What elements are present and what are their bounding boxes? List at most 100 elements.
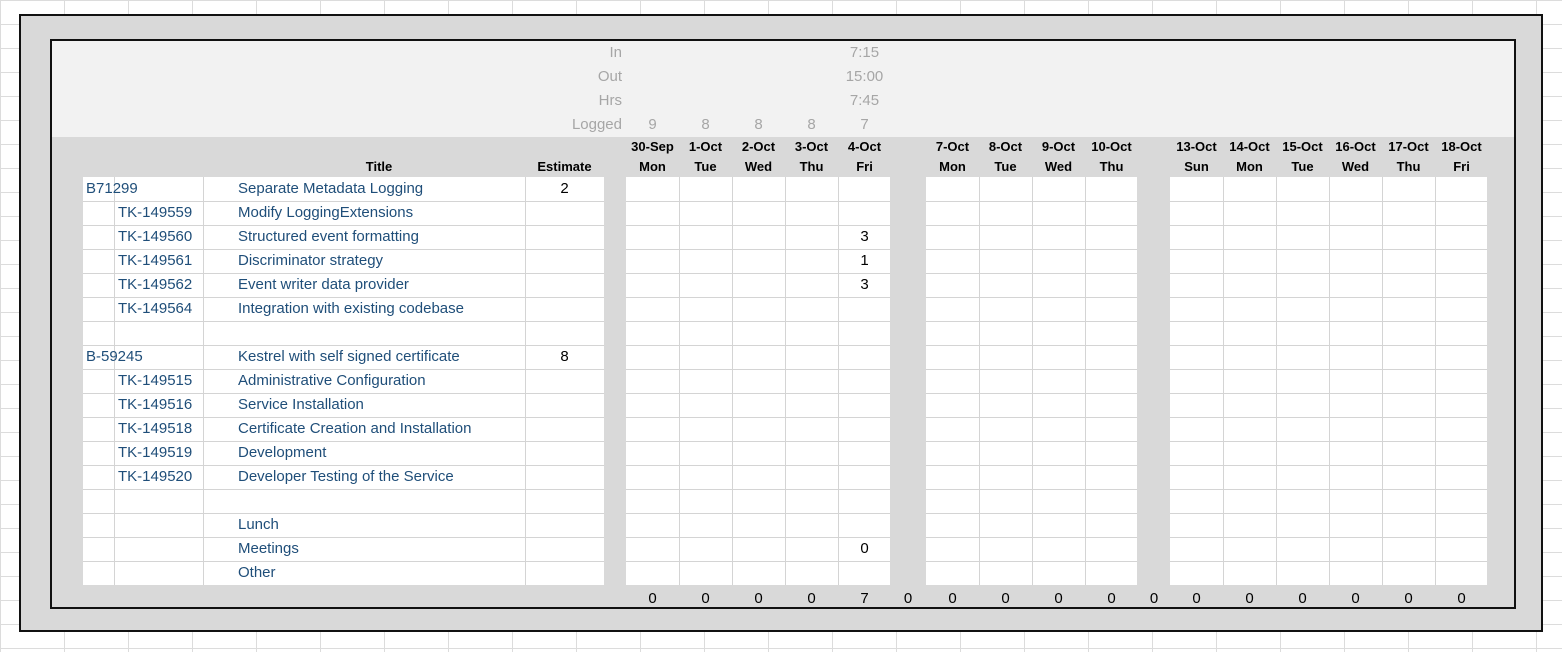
estimate-cell[interactable]	[525, 465, 604, 489]
daily-total-cell: 0	[1298, 590, 1307, 607]
task-id-cell[interactable]: TK-149564	[118, 297, 202, 321]
task-id-cell[interactable]: TK-149561	[118, 249, 202, 273]
column-divider	[1085, 177, 1086, 585]
day-of-week-header: Sun	[1184, 159, 1209, 174]
daily-total-cell: 0	[1001, 590, 1010, 607]
day-date-header: 17-Oct	[1388, 139, 1429, 154]
day-of-week-header: Mon	[639, 159, 666, 174]
column-divider	[1223, 177, 1224, 585]
summary-in-value: 7:15	[849, 44, 880, 61]
row-divider	[626, 369, 890, 370]
day-of-week-header: Wed	[1044, 159, 1073, 174]
estimate-cell[interactable]	[525, 273, 604, 297]
logged-hours-cell: 8	[701, 116, 710, 133]
daily-total-cell: 0	[1351, 590, 1360, 607]
task-title-cell[interactable]: Modify LoggingExtensions	[238, 201, 523, 225]
logged-hours-cell: 8	[807, 116, 816, 133]
row-divider	[626, 297, 890, 298]
estimate-cell[interactable]	[525, 201, 604, 225]
task-id-cell[interactable]: TK-149516	[118, 393, 202, 417]
row-divider	[626, 201, 890, 202]
estimate-cell[interactable]	[525, 225, 604, 249]
estimate-cell[interactable]: 2	[525, 177, 604, 201]
column-divider	[679, 177, 680, 585]
estimate-cell[interactable]	[525, 489, 604, 513]
task-id-cell[interactable]: TK-149559	[118, 201, 202, 225]
task-id-cell[interactable]: TK-149518	[118, 417, 202, 441]
row-divider	[626, 393, 890, 394]
hours-entry-cell[interactable]: 3	[838, 273, 891, 297]
estimate-cell[interactable]	[525, 321, 604, 345]
row-divider	[626, 417, 890, 418]
day-date-header: 10-Oct	[1091, 139, 1132, 154]
day-of-week-header: Mon	[1236, 159, 1263, 174]
day-date-header: 4-Oct	[847, 139, 882, 154]
day-date-header: 8-Oct	[988, 139, 1023, 154]
task-id-cell[interactable]	[118, 345, 202, 369]
task-id-cell[interactable]	[118, 513, 202, 537]
column-divider	[1276, 177, 1277, 585]
task-title-cell[interactable]: Meetings	[238, 537, 523, 561]
daily-total-cell: 0	[754, 590, 763, 607]
daily-total-cell: 0	[648, 590, 657, 607]
task-title-cell[interactable]: Kestrel with self signed certificate	[238, 345, 523, 369]
task-id-cell[interactable]: TK-149515	[118, 369, 202, 393]
task-title-cell[interactable]: Administrative Configuration	[238, 369, 523, 393]
estimate-cell[interactable]	[525, 249, 604, 273]
task-title-cell[interactable]: Separate Metadata Logging	[238, 177, 523, 201]
task-id-cell[interactable]: TK-149520	[118, 465, 202, 489]
row-divider	[626, 441, 890, 442]
day-of-week-header: Fri	[856, 159, 873, 174]
task-id-cell[interactable]	[118, 489, 202, 513]
column-divider	[1435, 177, 1436, 585]
task-title-cell[interactable]	[238, 489, 523, 513]
task-title-cell[interactable]: Event writer data provider	[238, 273, 523, 297]
day-date-header: 15-Oct	[1282, 139, 1323, 154]
task-title-cell[interactable]: Development	[238, 441, 523, 465]
task-title-cell[interactable]: Lunch	[238, 513, 523, 537]
estimate-cell[interactable]	[525, 441, 604, 465]
task-id-cell[interactable]	[118, 177, 202, 201]
task-title-cell[interactable]: Discriminator strategy	[238, 249, 523, 273]
logged-hours-cell: 7	[860, 116, 869, 133]
daily-total-cell: 7	[860, 590, 869, 607]
in-label: In	[609, 44, 622, 61]
row-divider	[626, 345, 890, 346]
day-of-week-header: Tue	[994, 159, 1017, 174]
task-title-cell[interactable]: Developer Testing of the Service	[238, 465, 523, 489]
task-title-cell[interactable]: Integration with existing codebase	[238, 297, 523, 321]
hours-entry-cell[interactable]: 0	[838, 537, 891, 561]
daily-total-cell: 0	[701, 590, 710, 607]
day-of-week-header: Mon	[939, 159, 966, 174]
estimate-cell[interactable]	[525, 513, 604, 537]
day-of-week-header: Thu	[1396, 159, 1421, 174]
day-date-header: 2-Oct	[741, 139, 776, 154]
task-id-cell[interactable]	[118, 321, 202, 345]
estimate-cell[interactable]: 8	[525, 345, 604, 369]
hours-entry-cell[interactable]: 1	[838, 249, 891, 273]
day-of-week-header: Wed	[1341, 159, 1370, 174]
task-title-cell[interactable]: Certificate Creation and Installation	[238, 417, 523, 441]
day-date-header: 1-Oct	[688, 139, 723, 154]
task-id-cell[interactable]: TK-149560	[118, 225, 202, 249]
column-divider	[979, 177, 980, 585]
estimate-cell[interactable]	[525, 561, 604, 585]
task-title-cell[interactable]: Service Installation	[238, 393, 523, 417]
task-id-cell[interactable]	[118, 537, 202, 561]
daily-total-cell: 0	[1404, 590, 1413, 607]
column-divider	[203, 177, 204, 585]
estimate-cell[interactable]	[525, 369, 604, 393]
estimate-cell[interactable]	[525, 537, 604, 561]
hours-entry-cell[interactable]: 3	[838, 225, 891, 249]
column-divider	[1329, 177, 1330, 585]
task-title-cell[interactable]: Structured event formatting	[238, 225, 523, 249]
task-id-cell[interactable]	[118, 561, 202, 585]
task-title-cell[interactable]	[238, 321, 523, 345]
task-id-cell[interactable]: TK-149519	[118, 441, 202, 465]
task-title-cell[interactable]: Other	[238, 561, 523, 585]
estimate-cell[interactable]	[525, 297, 604, 321]
estimate-cell[interactable]	[525, 417, 604, 441]
task-id-cell[interactable]: TK-149562	[118, 273, 202, 297]
row-divider	[626, 489, 890, 490]
estimate-cell[interactable]	[525, 393, 604, 417]
